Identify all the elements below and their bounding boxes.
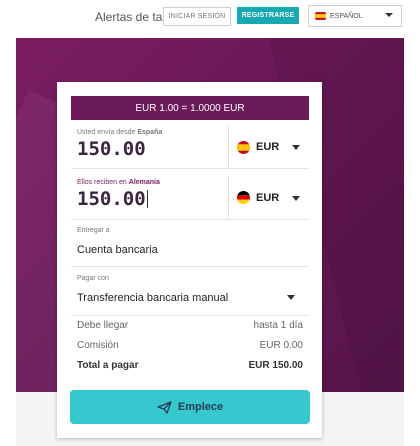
register-button[interactable]: REGISTRARSE <box>237 7 299 24</box>
payment-value: Transferencia bancaria manual <box>77 292 229 304</box>
deliver-to-field[interactable]: Entregar a Cuenta bancaria <box>71 224 309 267</box>
send-label: Usted envía desde España <box>77 129 163 136</box>
start-label: Emplece <box>177 401 224 413</box>
receive-currency-select[interactable]: EUR <box>228 176 310 219</box>
chevron-down-icon <box>287 295 295 300</box>
deliver-value: Cuenta bancaria <box>77 244 158 256</box>
exchange-rate-banner: EUR 1.00 = 1.0000 EUR <box>71 96 309 120</box>
send-currency-select[interactable]: EUR <box>228 126 310 168</box>
chevron-down-icon <box>292 195 300 201</box>
send-amount-field[interactable]: Usted envía desde España 150.00 EUR <box>71 126 309 169</box>
receive-currency-code: EUR <box>256 191 280 204</box>
top-bar: Alertas de tasa INICIAR SESIÓN REGISTRAR… <box>0 0 420 32</box>
summary-label: Comisión <box>77 340 119 351</box>
payment-label: Pagar con <box>77 275 109 282</box>
summary-value: hasta 1 día <box>253 320 303 331</box>
germany-flag-icon <box>237 191 250 204</box>
summary-value: EUR 150.00 <box>248 360 303 371</box>
send-amount-input[interactable]: 150.00 <box>77 138 146 160</box>
receive-amount-field[interactable]: Ellos reciben en Alemania 150.00 EUR <box>71 176 309 220</box>
receive-amount-input[interactable]: 150.00 <box>77 188 148 210</box>
language-select[interactable]: ESPAÑOL <box>308 5 402 27</box>
text-cursor <box>146 190 148 208</box>
summary-label: Debe llegar <box>77 320 129 331</box>
language-label: ESPAÑOL <box>330 12 363 20</box>
spain-flag-icon <box>237 140 250 154</box>
send-currency-code: EUR <box>256 141 280 153</box>
summary-label: Total a pagar <box>77 360 139 371</box>
transfer-calculator-card: EUR 1.00 = 1.0000 EUR Usted envía desde … <box>57 82 322 438</box>
chevron-down-icon <box>385 13 393 17</box>
spain-flag-icon <box>315 12 326 20</box>
chevron-down-icon <box>292 145 300 150</box>
deliver-label: Entregar a <box>77 227 110 234</box>
payment-method-select[interactable]: Pagar con Transferencia bancaria manual <box>71 272 309 316</box>
summary-row-fee: Comisión EUR 0.00 <box>77 340 303 351</box>
paper-plane-icon <box>157 400 172 414</box>
summary-row-total: Total a pagar EUR 150.00 <box>77 360 303 371</box>
receive-label: Ellos reciben en Alemania <box>77 179 160 186</box>
summary-row-arrival: Debe llegar hasta 1 día <box>77 320 303 331</box>
summary-value: EUR 0.00 <box>259 340 303 351</box>
login-button[interactable]: INICIAR SESIÓN <box>163 7 231 26</box>
start-button[interactable]: Emplece <box>70 390 310 424</box>
